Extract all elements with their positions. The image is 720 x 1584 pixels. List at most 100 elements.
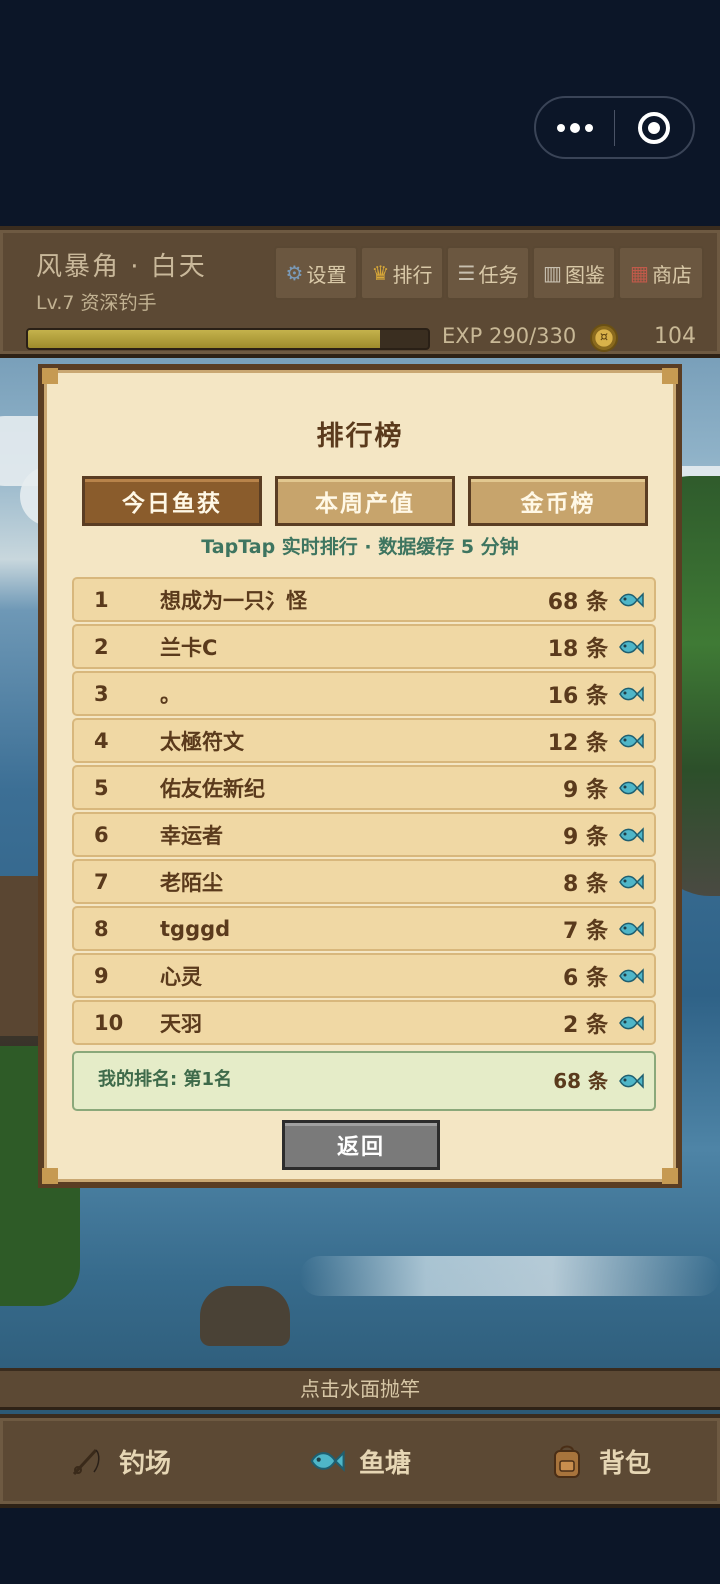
location-label: 风暴角 · 白天 [36,252,207,282]
dialog-title: 排行榜 [316,421,404,452]
rank-number: 8 [94,916,109,941]
my-rank-label: 我的排名: 第1名 [98,1069,232,1090]
ranking-list: 1 想成为一只氵怪 68 条 2 兰卡C 18 条 3 。 16 条 4 太極符文 12 条 5 佑友佐新… [72,577,656,1047]
fish-icon [619,638,644,655]
nav-backpack-label: 背包 [598,1448,651,1479]
tab-today-catch[interactable]: 今日鱼获 [82,476,262,526]
ranking-row: 1 想成为一只氵怪 68 条 [72,577,656,622]
ranking-row: 8 tgggd 7 条 [72,906,656,951]
ranking-row: 5 佑友佐新纪 9 条 [72,765,656,810]
bottom-nav: 钓场 鱼塘 背包 [0,1414,720,1508]
nav-backpack[interactable]: 背包 [480,1418,720,1504]
ranking-row: 7 老陌尘 8 条 [72,859,656,904]
ranking-row: 3 。 16 条 [72,671,656,716]
tasks-button[interactable]: ☰ 任务 [446,246,530,300]
catch-count: 6 条 [563,965,608,991]
rank-number: 10 [94,1010,124,1035]
settings-button[interactable]: ⚙ 设置 [274,246,358,300]
backpack-icon [549,1443,585,1479]
rank-number: 3 [94,681,109,706]
top-hud: 风暴角 · 白天 Lv.7 资深钓手 ⚙ 设置 ♛ 排行 ☰ 任务 ▥ 图鉴 ▦… [0,226,720,358]
fish-icon [619,873,644,890]
close-miniprogram-button[interactable] [615,98,693,157]
rank-number: 1 [94,587,109,612]
catch-count: 68 条 [547,589,608,615]
tab-gold[interactable]: 金币榜 [468,476,648,526]
fish-icon [309,1443,345,1479]
tasks-label: 任务 [478,262,519,287]
ranking-row: 9 心灵 6 条 [72,953,656,998]
catch-count: 9 条 [563,777,608,803]
ranking-row: 2 兰卡C 18 条 [72,624,656,669]
coin-icon: ¤ [590,324,618,352]
fish-icon [619,1014,644,1031]
catch-count: 8 条 [563,871,608,897]
back-button[interactable]: 返回 [282,1120,440,1170]
sea-stone [200,1286,290,1346]
player-name: 老陌尘 [160,870,223,895]
gold-amount: 104 [654,324,696,349]
fish-icon [619,591,644,608]
exp-progress-fill [28,330,380,348]
ranking-button[interactable]: ♛ 排行 [360,246,444,300]
leaderboard-dialog: 排行榜 今日鱼获 本周产值 金币榜 TapTap 实时排行 · 数据缓存 5 分… [38,364,682,1188]
corner-ornament [662,1168,678,1184]
player-name: 天羽 [160,1011,202,1036]
fish-icon [619,1073,644,1089]
scroll-icon: ☰ [457,261,476,285]
my-rank-panel: 我的排名: 第1名 68 条 [72,1051,656,1111]
rank-number: 5 [94,775,109,800]
exp-progress-bar [26,328,430,350]
nav-fish-pond-label: 鱼塘 [358,1448,411,1479]
miniprogram-capsule [534,96,695,159]
codex-label: 图鉴 [564,262,605,287]
ranking-row: 6 幸运者 9 条 [72,812,656,857]
level-label: Lv.7 资深钓手 [36,292,157,314]
fish-icon [619,967,644,984]
ranking-row: 4 太極符文 12 条 [72,718,656,763]
leaderboard-subtitle: TapTap 实时排行 · 数据缓存 5 分钟 [201,536,519,558]
player-name: 佑友佐新纪 [160,776,265,801]
catch-count: 12 条 [547,730,608,756]
rank-number: 4 [94,728,109,753]
gear-icon: ⚙ [285,261,304,285]
nav-fishing-spot[interactable]: 钓场 [0,1418,240,1504]
player-name: tgggd [160,916,231,941]
fish-icon [619,732,644,749]
player-name: 幸运者 [160,823,223,848]
cast-hint: 点击水面抛竿 [0,1368,720,1410]
rank-number: 9 [94,963,109,988]
codex-button[interactable]: ▥ 图鉴 [532,246,616,300]
player-name: 。 [160,682,181,707]
fish-icon [619,920,644,937]
shop-button[interactable]: ▦ 商店 [618,246,704,300]
shop-icon: ▦ [630,261,649,285]
more-menu-button[interactable] [536,98,614,157]
fishing-rod-icon [69,1443,105,1479]
player-name: 兰卡C [160,635,218,660]
player-name: 心灵 [160,964,202,989]
player-name: 太極符文 [160,729,244,754]
shop-label: 商店 [651,262,692,287]
fish-icon [619,685,644,702]
book-icon: ▥ [543,261,562,285]
target-icon [637,111,670,144]
crown-icon: ♛ [371,261,390,285]
ranking-label: 排行 [392,262,433,287]
rank-number: 7 [94,869,109,894]
corner-ornament [42,1168,58,1184]
catch-count: 7 条 [563,918,608,944]
player-name: 想成为一只氵怪 [160,588,307,613]
tab-weekly-value[interactable]: 本周产值 [275,476,455,526]
my-rank-count: 68 条 [553,1069,608,1093]
settings-label: 设置 [306,262,347,287]
rank-number: 2 [94,634,109,659]
catch-count: 18 条 [547,636,608,662]
catch-count: 16 条 [547,683,608,709]
fish-icon [619,826,644,843]
catch-count: 9 条 [563,824,608,850]
corner-ornament [42,368,58,384]
exp-text: EXP 290/330 [442,324,577,348]
wave-foam [300,1256,720,1296]
nav-fish-pond[interactable]: 鱼塘 [240,1418,480,1504]
